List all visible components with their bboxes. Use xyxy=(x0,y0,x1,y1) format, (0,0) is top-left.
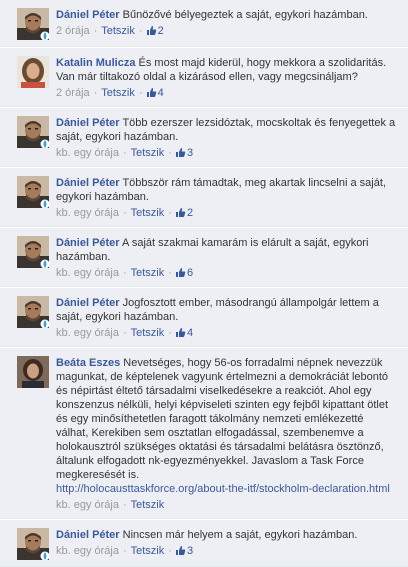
comment-author[interactable]: Dániel Péter xyxy=(56,237,120,249)
comment-author[interactable]: Dániel Péter xyxy=(56,117,120,129)
thumbs-up-icon xyxy=(173,545,187,557)
like-count-wrap[interactable]: · 6 xyxy=(167,267,193,279)
comment-meta: 2 órája · Tetszik · 4 xyxy=(56,86,398,100)
comment-meta: kb. egy órája · Tetszik · 3 xyxy=(56,146,398,160)
man-avatar[interactable] xyxy=(17,116,49,148)
like-count-wrap[interactable]: · 2 xyxy=(167,207,193,219)
like-button[interactable]: Tetszik xyxy=(131,147,165,159)
comment-feed: Dániel Péter Bűnözővé bélyegeztek a sajá… xyxy=(0,0,408,567)
thumbs-up-icon xyxy=(173,147,187,159)
flame-badge-icon xyxy=(40,31,49,40)
comment-author[interactable]: Dániel Péter xyxy=(56,529,120,541)
separator-dot: · xyxy=(123,545,127,557)
comment-time[interactable]: 2 órája xyxy=(56,87,90,99)
like-button[interactable]: Tetszik xyxy=(131,327,165,339)
man-avatar[interactable] xyxy=(17,176,49,208)
like-button[interactable]: Tetszik xyxy=(131,545,165,557)
comment-author[interactable]: Katalin Mulicza xyxy=(56,57,135,69)
comment-text: Nincsen már helyem a saját, egykori hazá… xyxy=(122,529,358,541)
like-count: 3 xyxy=(186,545,194,557)
comment-6: Dániel Péter Jogfosztott ember, másodran… xyxy=(0,287,408,347)
like-button[interactable]: Tetszik xyxy=(131,499,165,511)
comment-text: Nevetséges, hogy 56-os forradalmi népnek… xyxy=(56,357,389,481)
comment-5: Dániel Péter A saját szakmai kamarám is … xyxy=(0,227,408,287)
comment-meta: 2 órája · Tetszik · 2 xyxy=(56,24,398,38)
man-avatar[interactable] xyxy=(17,8,49,40)
woman2-avatar[interactable] xyxy=(17,356,49,388)
comment-4: Dániel Péter Többször rám támadtak, meg … xyxy=(0,167,408,227)
comment-link[interactable]: http://holocausttaskforce.org/about-the-… xyxy=(56,483,390,495)
flame-badge-icon xyxy=(40,199,49,208)
comment-author[interactable]: Beáta Eszes xyxy=(56,357,120,369)
comment-meta: kb. egy órája · Tetszik · 2 xyxy=(56,206,398,220)
comment-body: Dániel Péter Bűnözővé bélyegeztek a sajá… xyxy=(56,6,402,38)
like-button[interactable]: Tetszik xyxy=(131,267,165,279)
separator-dot: · xyxy=(123,499,127,511)
separator-dot: · xyxy=(123,327,127,339)
comment-time[interactable]: 2 órája xyxy=(56,25,90,37)
thumbs-up-icon xyxy=(173,207,187,219)
like-count-wrap[interactable]: · 4 xyxy=(138,87,164,99)
comment-time[interactable]: kb. egy órája xyxy=(56,267,119,279)
separator-dot: · xyxy=(123,147,127,159)
like-count: 3 xyxy=(186,147,194,159)
woman-avatar[interactable] xyxy=(17,56,49,88)
comment-body: Dániel Péter Többször rám támadtak, meg … xyxy=(56,174,402,220)
comment-body: Katalin Mulicza És most majd kiderül, ho… xyxy=(56,54,402,100)
comment-time[interactable]: kb. egy órája xyxy=(56,327,119,339)
like-count: 2 xyxy=(186,207,194,219)
comment-time[interactable]: kb. egy órája xyxy=(56,499,119,511)
man-avatar[interactable] xyxy=(17,236,49,268)
comment-body: Dániel Péter Több ezerszer lezsidóztak, … xyxy=(56,114,402,160)
separator-dot: · xyxy=(138,25,143,37)
like-count-wrap[interactable]: · 3 xyxy=(167,147,193,159)
comment-author[interactable]: Dániel Péter xyxy=(56,9,120,21)
comment-time[interactable]: kb. egy órája xyxy=(56,545,119,557)
comment-time[interactable]: kb. egy órája xyxy=(56,147,119,159)
man-avatar[interactable] xyxy=(17,296,49,328)
comment-7: Beáta Eszes Nevetséges, hogy 56-os forra… xyxy=(0,347,408,519)
comment-body: Dániel Péter Nincsen már helyem a saját,… xyxy=(56,526,402,558)
flame-badge-icon xyxy=(40,139,49,148)
like-button[interactable]: Tetszik xyxy=(101,87,135,99)
separator-dot: · xyxy=(93,87,98,99)
comment-text: Bűnözővé bélyegeztek a saját, egykori ha… xyxy=(122,9,368,21)
thumbs-up-icon xyxy=(144,87,158,99)
comment-meta: kb. egy órája · Tetszik · 6 xyxy=(56,266,398,280)
comment-meta: kb. egy órája · Tetszik xyxy=(56,498,398,512)
like-count: 2 xyxy=(157,25,164,37)
comment-3: Dániel Péter Több ezerszer lezsidóztak, … xyxy=(0,107,408,167)
flame-badge-icon xyxy=(40,259,49,268)
separator-dot: · xyxy=(123,207,127,219)
like-count-wrap[interactable]: · 2 xyxy=(138,25,164,37)
like-button[interactable]: Tetszik xyxy=(101,25,135,37)
thumbs-up-icon xyxy=(173,327,187,339)
like-count-wrap[interactable]: · 3 xyxy=(167,545,193,557)
comment-body: Beáta Eszes Nevetséges, hogy 56-os forra… xyxy=(56,354,402,512)
comment-2: Katalin Mulicza És most majd kiderül, ho… xyxy=(0,47,408,107)
comment-author[interactable]: Dániel Péter xyxy=(56,177,120,189)
like-count: 4 xyxy=(157,87,164,99)
comment-author[interactable]: Dániel Péter xyxy=(56,297,120,309)
comment-body: Dániel Péter A saját szakmai kamarám is … xyxy=(56,234,402,280)
man-avatar[interactable] xyxy=(17,528,49,560)
thumbs-up-icon xyxy=(173,267,187,279)
comment-1: Dániel Péter Bűnözővé bélyegeztek a sajá… xyxy=(0,0,408,47)
thumbs-up-icon xyxy=(144,25,158,37)
flame-badge-icon xyxy=(40,319,49,328)
like-count-wrap[interactable]: · 4 xyxy=(167,327,193,339)
like-count: 6 xyxy=(186,267,194,279)
like-count: 4 xyxy=(186,327,194,339)
comment-meta: kb. egy órája · Tetszik · 4 xyxy=(56,326,398,340)
comment-meta: kb. egy órája · Tetszik · 3 xyxy=(56,544,398,558)
comment-time[interactable]: kb. egy órája xyxy=(56,207,119,219)
flame-badge-icon xyxy=(40,551,49,560)
separator-dot: · xyxy=(123,267,127,279)
comment-body: Dániel Péter Jogfosztott ember, másodran… xyxy=(56,294,402,340)
separator-dot: · xyxy=(93,25,98,37)
like-button[interactable]: Tetszik xyxy=(131,207,165,219)
separator-dot: · xyxy=(138,87,143,99)
comment-link-line: http://holocausttaskforce.org/about-the-… xyxy=(56,482,398,496)
